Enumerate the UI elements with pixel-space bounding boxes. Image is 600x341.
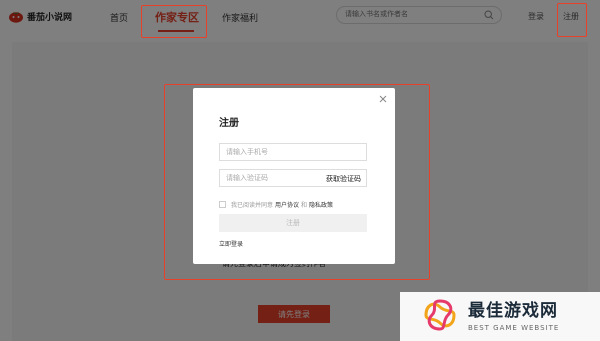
watermark-subtitle: BEST GAME WEBSITE	[468, 324, 560, 332]
annotation-register	[557, 3, 587, 37]
page: 番茄小说网 首页 作家专区 作家福利 登录 注册 请先登录后申请成为签约作者 请…	[0, 0, 600, 341]
watermark-title: 最佳游戏网	[468, 301, 558, 321]
site-watermark: 最佳游戏网 BEST GAME WEBSITE	[400, 292, 600, 341]
annotation-writer-zone	[141, 5, 207, 38]
annotation-modal	[164, 84, 430, 280]
watermark-logo-icon	[424, 299, 456, 331]
